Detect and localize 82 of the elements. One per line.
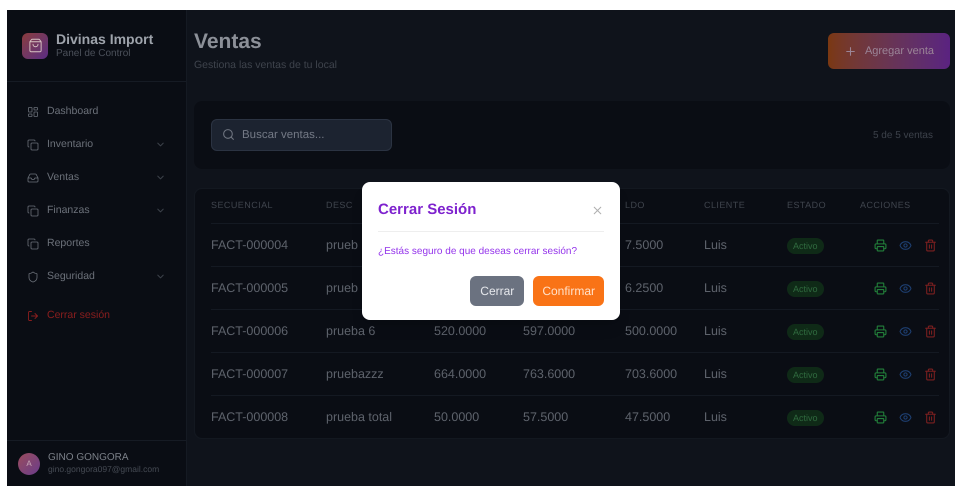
menu-item-icon (27, 106, 39, 118)
status-badge: Activo (787, 238, 824, 254)
search-icon (222, 128, 235, 141)
menu-item-icon (27, 138, 39, 150)
sidebar-item[interactable]: Reportes (27, 234, 166, 253)
view-icon[interactable] (899, 410, 912, 424)
table-cell-text: 500.0000 (625, 322, 678, 340)
logout-icon (27, 310, 39, 322)
view-icon[interactable] (899, 324, 912, 338)
table-cell-text: 763.6000 (523, 366, 576, 383)
menu-item-icon (27, 204, 39, 216)
delete-icon[interactable] (924, 238, 937, 252)
menu-item-icon (27, 238, 39, 250)
dialog-button[interactable]: Confirmar (533, 276, 604, 306)
print-icon[interactable] (874, 324, 887, 338)
table-cell-text: 50.0000 (434, 408, 480, 426)
column-header: ESTADO (787, 199, 826, 212)
column-header: DESC (326, 199, 353, 212)
sidebar-item[interactable]: Inventario (27, 135, 166, 154)
delete-icon[interactable] (924, 410, 937, 424)
menu-item-icon (27, 270, 39, 282)
menu-item-icon (27, 172, 39, 184)
view-icon[interactable] (899, 238, 912, 252)
brand-subtitle: Panel de Control (56, 48, 132, 60)
sidebar-item[interactable]: Dashboard (27, 102, 166, 121)
dialog-title: Cerrar Sesión (378, 200, 476, 220)
avatar: A (18, 452, 40, 474)
user-email: gino.gongora097@gmail.com (48, 464, 160, 476)
table-cell-text: Luis (704, 236, 727, 254)
delete-icon[interactable] (924, 324, 937, 338)
bag-icon (22, 32, 48, 58)
table-cell-text: 703.6000 (625, 366, 678, 383)
view-icon[interactable] (899, 368, 912, 380)
delete-icon[interactable] (924, 282, 937, 294)
sidebar-item[interactable]: Finanzas (27, 201, 166, 220)
print-icon[interactable] (874, 410, 887, 424)
search-field[interactable]: Buscar ventas... (211, 119, 392, 151)
status-badge: Activo (787, 410, 824, 426)
user-name: GINO GONGORA (48, 452, 130, 464)
print-icon[interactable] (874, 282, 887, 294)
table-cell-text: 597.0000 (523, 322, 576, 340)
table-cell-text: Luis (704, 366, 727, 383)
table-cell-text: prueba 6 (326, 322, 376, 340)
dialog-button[interactable]: Cerrar (470, 276, 524, 306)
table-cell-text: prueb (326, 280, 358, 297)
table-cell-text: 664.0000 (434, 366, 486, 383)
column-header: CLIENTE (704, 199, 746, 212)
table-cell-text: FACT-000004 (211, 236, 288, 254)
table-cell-text: Luis (704, 408, 727, 426)
table-cell-text: FACT-000006 (211, 322, 288, 340)
delete-icon[interactable] (924, 368, 937, 380)
table-cell-text: prueba total (326, 408, 392, 426)
table-cell-text: 6.2500 (625, 280, 664, 297)
table-cell-text: Luis (704, 280, 727, 297)
print-icon[interactable] (874, 238, 887, 252)
column-header: ACCIONES (860, 199, 911, 212)
table-cell-text: FACT-000008 (211, 408, 288, 426)
table-cell-text: 520.0000 (434, 322, 486, 340)
brand-title: Divinas Import (56, 30, 154, 48)
close-icon[interactable] (591, 204, 604, 217)
table-cell-text: prueb (326, 236, 358, 254)
print-icon[interactable] (874, 368, 887, 380)
status-badge: Activo (787, 367, 824, 383)
column-header: SECUENCIAL (211, 199, 274, 212)
table-cell-text: FACT-000007 (211, 366, 288, 383)
table-cell-text: pruebazzz (326, 366, 384, 383)
add-sale-button[interactable]: Agregar venta (828, 33, 950, 69)
table-cell-text: 57.5000 (523, 408, 568, 426)
page-title: Ventas (194, 29, 263, 55)
table-cell-text: 7.5000 (625, 236, 664, 254)
plus-icon (844, 44, 857, 58)
column-header: LDO (625, 199, 645, 212)
table-cell-text: Luis (704, 322, 727, 340)
table-cell-text: FACT-000005 (211, 280, 288, 297)
view-icon[interactable] (899, 282, 912, 294)
dialog-message: ¿Estás seguro de que deseas cerrar sesión? (378, 244, 578, 258)
sidebar-item[interactable]: Seguridad (27, 267, 166, 286)
sidebar-item[interactable]: Ventas (27, 168, 166, 187)
logout-link[interactable]: Cerrar sesión (27, 306, 166, 325)
status-badge: Activo (787, 324, 824, 340)
status-badge: Activo (787, 281, 824, 297)
table-cell-text: 47.5000 (625, 408, 670, 426)
